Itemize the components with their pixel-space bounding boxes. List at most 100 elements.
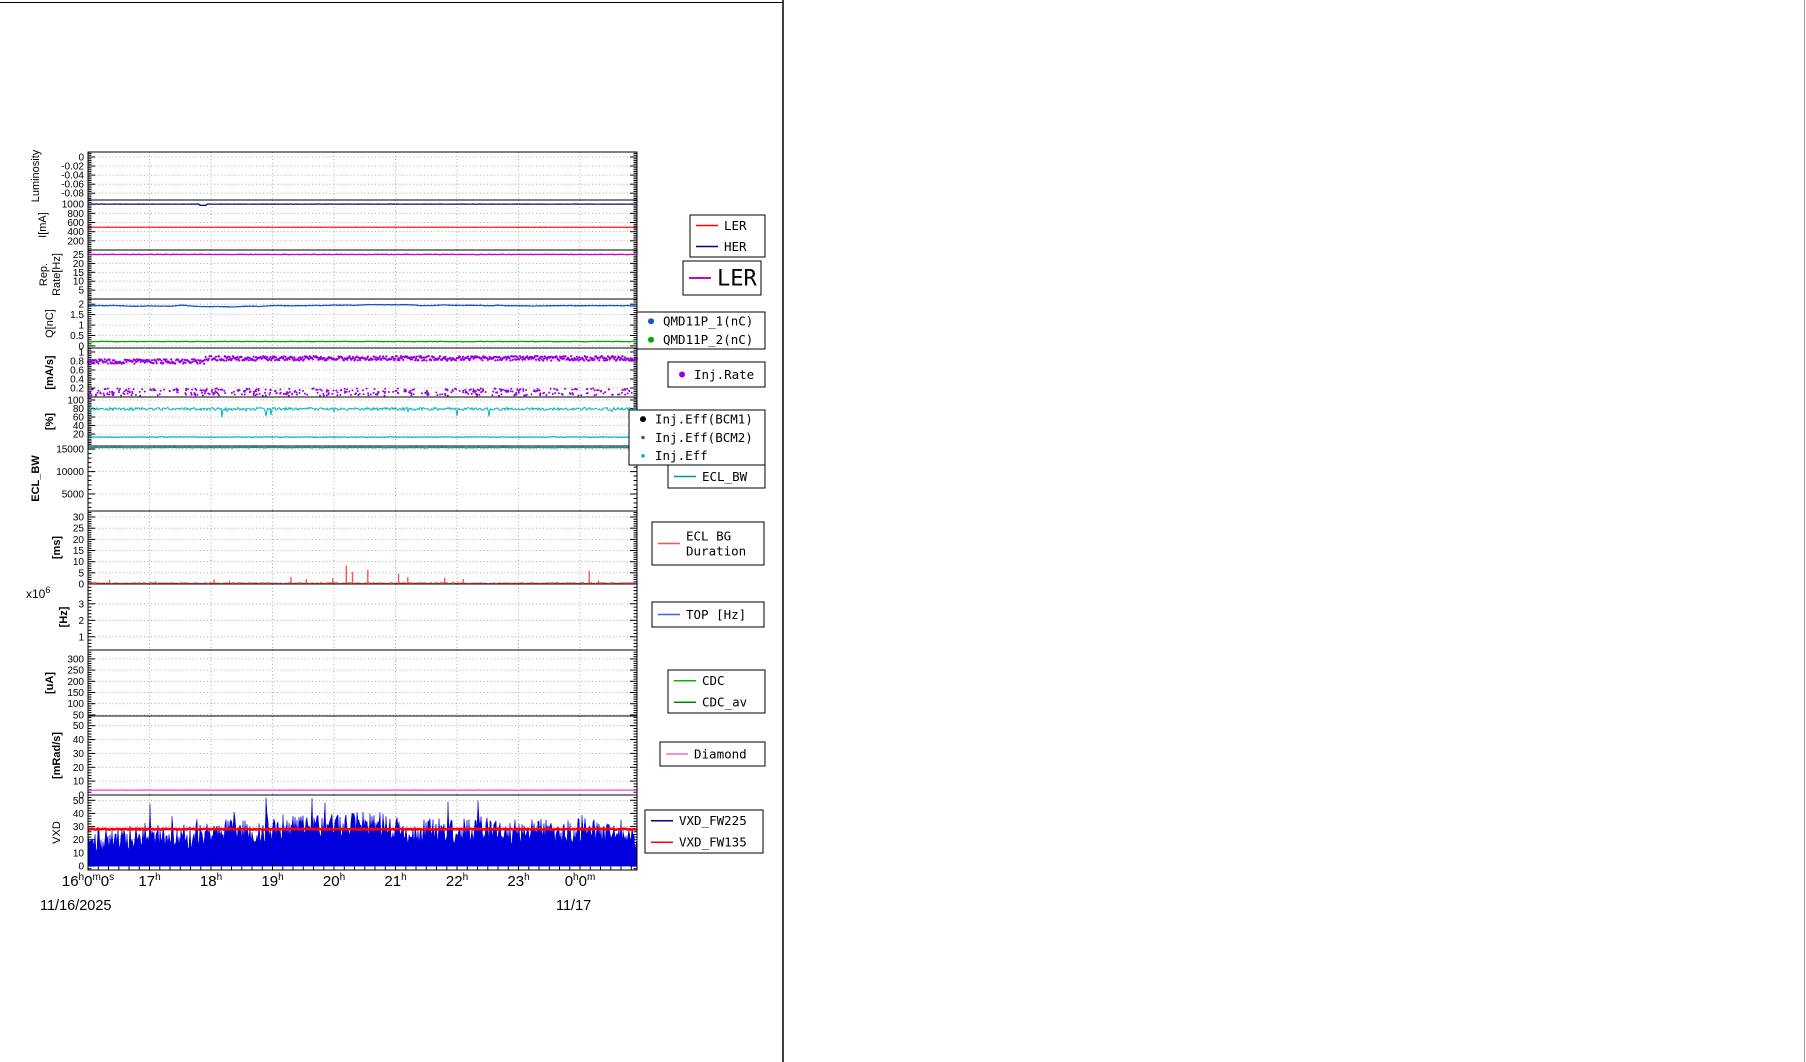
x-tick-label: 18h [200, 872, 222, 890]
legend-dot-marker [679, 372, 685, 378]
y-tick-label: 15 [73, 546, 85, 557]
legend-label: LER [724, 218, 747, 233]
legend-label: ECL BG [686, 528, 731, 543]
y-tick-label: 150 [67, 688, 84, 699]
series-ecl-bg-duration [88, 566, 637, 584]
y-tick-label: 5 [78, 568, 84, 579]
y-tick-label: 5 [78, 286, 84, 297]
series-her [88, 204, 637, 205]
legend-label: Inj.Rate [694, 367, 754, 382]
legend-dot-marker [640, 416, 646, 422]
panel-i-ma-: 1000800600400200I[mA] [37, 200, 637, 250]
legend-label: Inj.Eff(BCM2) [655, 430, 753, 445]
legend-label: VXD_FW135 [679, 835, 747, 850]
y-tick-label: 300 [67, 654, 84, 665]
y-axis-label: ECL_BW [30, 455, 42, 502]
y-tick-label: 200 [67, 236, 84, 247]
panel-ecl-bw: 15000100005000ECL_BW [30, 445, 637, 511]
x-tick-label: 17h [138, 872, 160, 890]
y-tick-label: 0 [78, 862, 84, 873]
legend-qmd11p-1-nc-: QMD11P_1(nC) QMD11P_2(nC) [637, 312, 765, 349]
y-tick-label: 30 [73, 822, 85, 833]
y-axis-label: Rep. [38, 263, 50, 286]
panel--ua-: 30025020015010050 [uA] [44, 650, 637, 721]
legend-label: TOP [Hz] [686, 607, 746, 622]
y-tick-label: 50 [73, 710, 85, 721]
y-tick-label: 40 [73, 735, 85, 746]
panel-vxd: 50 40 30 20 10 0 VXD [51, 795, 637, 873]
y-tick-label: 0.5 [70, 331, 84, 342]
legend-label: Diamond [694, 746, 747, 761]
y-tick-label: 2 [78, 300, 84, 311]
date-label-right: 11/17 [556, 898, 591, 914]
legend-label: Inj.Eff [655, 448, 708, 463]
series-ler-rep-rate [88, 254, 637, 255]
legend-label: ECL_BW [702, 469, 748, 484]
legend-top-hz-: TOP [Hz] [652, 602, 764, 627]
y-tick-label: 2 [78, 616, 84, 627]
y-axis-label: Q[nC] [44, 309, 56, 338]
y-tick-label: 20 [73, 835, 85, 846]
x-tick-label: 0h0m [565, 872, 596, 890]
x-tick-label: 21h [384, 872, 406, 890]
y-tick-label: -0.08 [61, 189, 84, 200]
y-axis-label: [ms] [51, 536, 63, 560]
legend-vxd-fw225: VXD_FW225 VXD_FW135 [645, 810, 763, 853]
y-tick-label: 0 [78, 580, 84, 591]
series-vxd-fw135 [88, 829, 637, 830]
legend-inj-rate: Inj.Rate [668, 362, 765, 387]
y-tick-label: 10 [73, 777, 85, 788]
panel--: 10080604020[%] [44, 396, 637, 447]
monitoring-window: 0-0.02-0.04-0.06-0.08Luminosity100080060… [0, 0, 1806, 1062]
legend-label: QMD11P_2(nC) [663, 332, 753, 347]
panel--ms-: 302520151050[ms] [51, 511, 637, 591]
y-tick-label: 10 [73, 848, 85, 859]
y-tick-label: 1 [78, 321, 84, 332]
y-tick-label: 1 [78, 632, 84, 643]
series-inj-rate [87, 355, 638, 365]
legend-label: HER [724, 239, 747, 254]
y-tick-label: 40 [73, 809, 85, 820]
y-tick-label: 10000 [56, 467, 84, 478]
y-tick-label: 10 [73, 557, 85, 568]
series-inj-rate-low [87, 388, 637, 397]
y-tick-label: 1.5 [70, 310, 84, 321]
y-tick-label: 100 [67, 699, 84, 710]
y-axis-label: [mRad/s] [51, 732, 63, 779]
legend-dot-marker [648, 318, 654, 324]
x-tick-label: 22h [446, 872, 468, 890]
legend-ecl-bw: ECL_BW [668, 465, 765, 488]
beam-monitor-strip-chart: 0-0.02-0.04-0.06-0.08Luminosity100080060… [0, 0, 1806, 1062]
legend-ler: LER [683, 261, 761, 295]
y-tick-label: 20 [73, 763, 85, 774]
y-tick-label: 0.2 [70, 384, 84, 395]
y-axis-label: [uA] [44, 672, 56, 694]
y-tick-label: 20 [73, 535, 85, 546]
panel-q-nc-: 21.510.50Q[nC] [44, 299, 637, 352]
series-vxd-fw225 [88, 798, 637, 866]
y-axis-label: I[mA] [37, 212, 49, 238]
y-tick-label: 30 [73, 513, 85, 524]
y-tick-label: 200 [67, 677, 84, 688]
x-tick-label: 23h [507, 872, 529, 890]
legend-label: VXD_FW225 [679, 813, 747, 828]
panel--mrad-s-: 50403020100[mRad/s] [51, 716, 637, 802]
y-axis-label: Rate[Hz] [51, 253, 63, 296]
y-axis-label: VXD [51, 821, 63, 844]
series-ecl-bw [88, 447, 637, 448]
legend-diamond: Diamond [660, 742, 765, 766]
x-tick-label: 16h0m0s [62, 872, 114, 890]
legend-cdc: CDCCDC_av [668, 670, 765, 713]
y-tick-label: 250 [67, 666, 84, 677]
panel--ma-s-: 10.80.60.40.2[mA/s] [44, 348, 638, 398]
legend-ler: LER HER [690, 215, 765, 257]
legend-label: LER [717, 267, 757, 292]
y-tick-label: 50 [73, 721, 85, 732]
legend-dot-marker [641, 436, 645, 440]
panel-luminosity: 0-0.02-0.04-0.06-0.08Luminosity [30, 149, 637, 202]
y-axis-label: Luminosity [30, 149, 42, 202]
x-tick-label: 20h [323, 872, 345, 890]
legend-label: QMD11P_1(nC) [663, 314, 753, 329]
y-tick-label: 50 [73, 796, 85, 807]
panel--hz-: 321[Hz]x106 [26, 584, 637, 650]
